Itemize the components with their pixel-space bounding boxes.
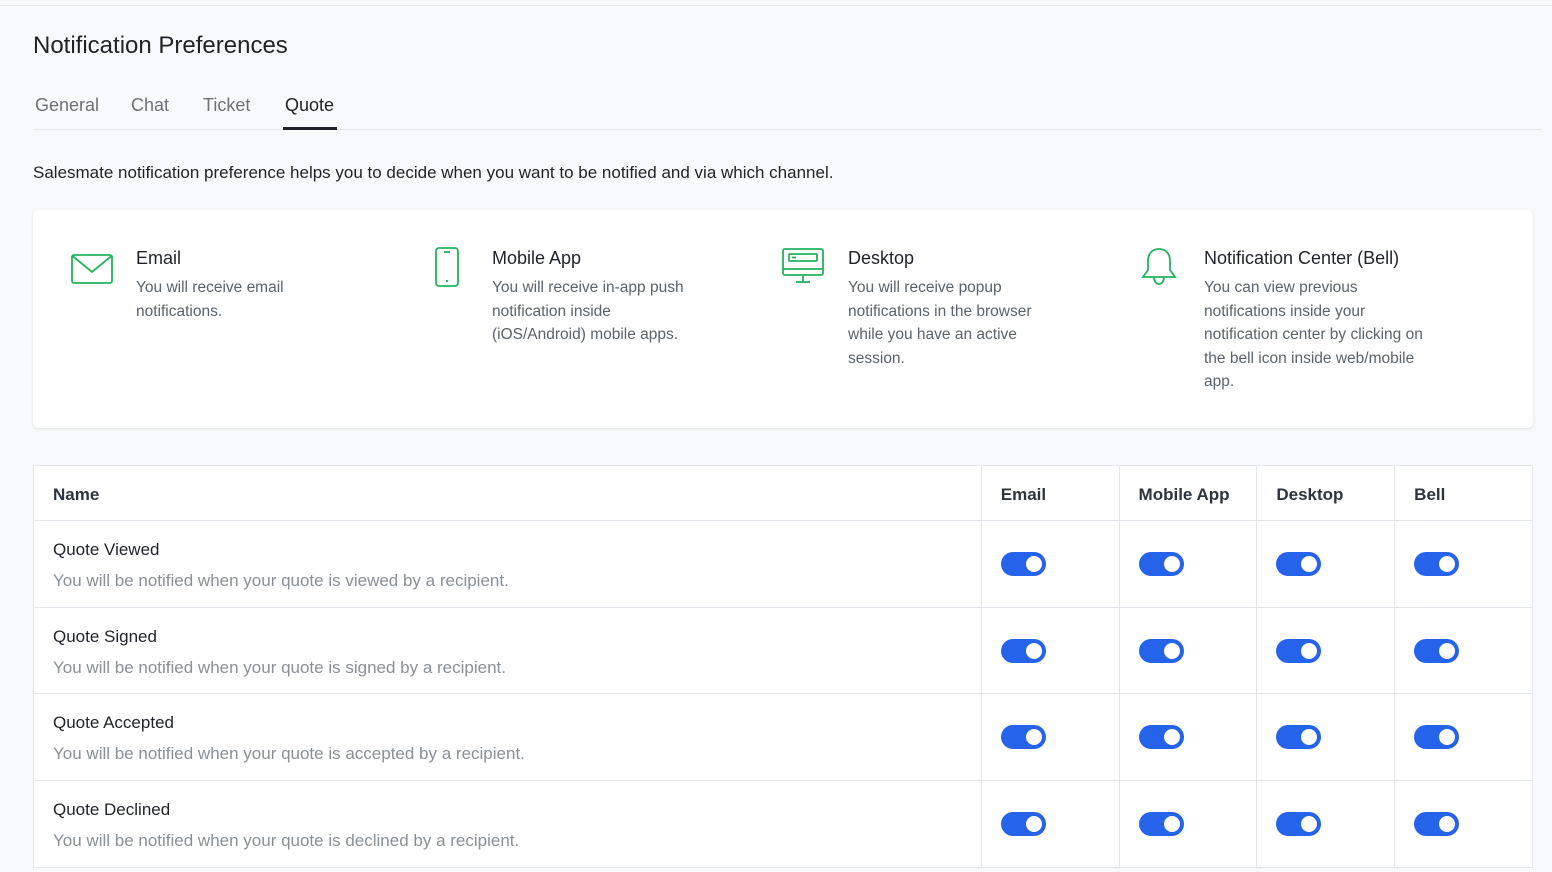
desktop-toggle[interactable] [1276,638,1322,663]
tab-ticket[interactable]: Ticket [203,95,250,116]
top-divider [0,5,1552,6]
notification-description: You will be notified when your quote is … [53,744,525,763]
desktop-toggle[interactable] [1276,725,1322,749]
page-title: Notification Preferences [33,32,288,59]
mobile-app-toggle[interactable] [1138,552,1184,576]
channels-card: Email You will receive email notificatio… [33,210,1533,428]
channel-description: You will receive popup notifications in … [848,279,1032,367]
bell-toggle[interactable] [1414,552,1460,576]
header-mobile-app: Mobile App [1120,466,1258,520]
preferences-table: Name Email Mobile App Desktop Bell Quote… [33,465,1533,868]
bell-icon [1138,246,1184,292]
table-row: Quote Signed You will be notified when y… [34,607,1532,694]
desktop-icon [782,246,828,292]
table-header-row: Name Email Mobile App Desktop Bell [34,466,1532,521]
tab-quote[interactable]: Quote [285,95,334,116]
tab-general[interactable]: General [35,95,99,116]
desktop-toggle[interactable] [1276,811,1322,836]
notification-title: Quote Declined [53,799,171,819]
notification-title: Quote Signed [53,626,157,646]
channel-description: You will receive in-app push notificatio… [492,279,684,343]
email-toggle[interactable] [1000,552,1046,576]
desktop-toggle[interactable] [1276,552,1322,576]
bell-toggle[interactable] [1414,725,1460,749]
notification-description: You will be notified when your quote is … [53,657,506,677]
mobile-app-toggle[interactable] [1138,725,1184,749]
header-bell: Bell [1414,485,1446,504]
channel-title: Mobile App [492,248,582,268]
channel-description: You will receive email notifications. [136,279,284,320]
bell-toggle[interactable] [1414,638,1460,663]
bell-toggle[interactable] [1414,811,1460,836]
channel-title: Notification Center (Bell) [1204,248,1400,268]
notification-title: Quote Accepted [53,713,174,732]
email-toggle[interactable] [1000,811,1046,836]
mobile-app-toggle[interactable] [1138,811,1184,836]
channel-title: Email [136,248,182,268]
tab-chat[interactable]: Chat [131,95,169,116]
header-email: Email [982,466,1120,520]
intro-text: Salesmate notification preference helps … [33,163,834,182]
email-icon [70,246,116,292]
active-tab-indicator [283,127,337,130]
notification-description: You will be notified when your quote is … [53,571,509,590]
channel-description: You can view previous notifications insi… [1204,279,1423,390]
table-row: Quote Declined You will be notified when… [34,780,1532,867]
mobile-icon [426,246,472,292]
email-toggle[interactable] [1000,638,1046,663]
channel-title: Desktop [848,248,915,268]
table-row: Quote Accepted You will be notified when… [34,694,1532,781]
header-name: Name [34,466,982,520]
table-row: Quote Viewed You will be notified when y… [34,521,1532,608]
header-desktop: Desktop [1257,466,1396,520]
mobile-app-toggle[interactable] [1138,638,1184,663]
tab-bar: General Chat Ticket Quote [33,84,1542,130]
email-toggle[interactable] [1000,725,1046,749]
notification-description: You will be notified when your quote is … [53,830,520,850]
notification-title: Quote Viewed [53,540,160,559]
